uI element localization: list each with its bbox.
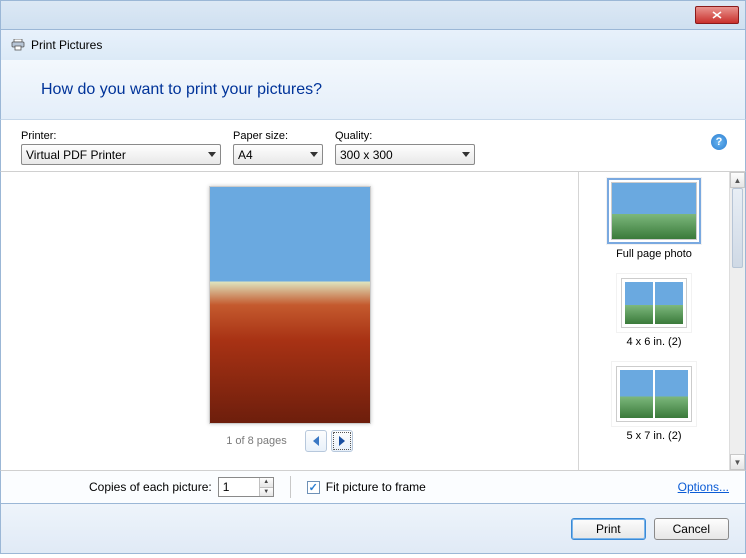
print-button[interactable]: Print xyxy=(571,518,646,540)
paper-size-select[interactable]: A4 xyxy=(233,144,323,165)
layout-5x7[interactable]: 5 x 7 in. (2) xyxy=(612,362,696,442)
config-row: Printer: Virtual PDF Printer Paper size:… xyxy=(0,120,746,172)
scroll-track[interactable] xyxy=(730,188,745,454)
arrow-right-icon xyxy=(339,436,345,446)
paper-label: Paper size: xyxy=(233,130,323,142)
chevron-down-icon xyxy=(208,152,216,157)
window-title: Print Pictures xyxy=(31,38,102,52)
close-button[interactable] xyxy=(695,6,739,24)
quality-label: Quality: xyxy=(335,130,475,142)
next-page-button[interactable] xyxy=(331,430,353,452)
preview-pane: 1 of 8 pages xyxy=(1,172,579,470)
layout-panel: Full page photo 4 x 6 in. (2) 5 x 7 in. … xyxy=(579,172,729,470)
action-row: Print Cancel xyxy=(0,504,746,554)
copies-input[interactable] xyxy=(219,478,259,496)
copies-row: Copies of each picture: ▲ ▼ ✓ Fit pictur… xyxy=(0,470,746,504)
copies-up-button[interactable]: ▲ xyxy=(259,478,273,488)
quality-select[interactable]: 300 x 300 xyxy=(335,144,475,165)
divider xyxy=(290,476,291,498)
layout-label: 4 x 6 in. (2) xyxy=(617,336,691,348)
titlebar xyxy=(0,0,746,30)
copies-down-button[interactable]: ▼ xyxy=(259,488,273,497)
layout-label: Full page photo xyxy=(607,248,701,260)
header-question: How do you want to print your pictures? xyxy=(41,81,322,99)
quality-value: 300 x 300 xyxy=(340,148,393,162)
printer-icon xyxy=(11,39,25,51)
printer-label: Printer: xyxy=(21,130,221,142)
prev-page-button[interactable] xyxy=(305,430,327,452)
page-nav: 1 of 8 pages xyxy=(226,430,353,452)
layout-4x6[interactable]: 4 x 6 in. (2) xyxy=(617,274,691,348)
layout-scrollbar[interactable]: ▲ ▼ xyxy=(729,172,745,470)
help-icon[interactable]: ? xyxy=(711,134,727,150)
page-preview-image xyxy=(209,186,371,424)
fit-label: Fit picture to frame xyxy=(326,480,426,494)
main-area: 1 of 8 pages Full page photo 4 x 6 in. (… xyxy=(0,172,746,470)
chevron-down-icon xyxy=(462,152,470,157)
fit-checkbox[interactable]: ✓ xyxy=(307,481,320,494)
scroll-thumb[interactable] xyxy=(732,188,743,268)
scroll-down-button[interactable]: ▼ xyxy=(730,454,745,470)
arrow-left-icon xyxy=(313,436,319,446)
printer-value: Virtual PDF Printer xyxy=(26,148,126,162)
paper-value: A4 xyxy=(238,148,253,162)
options-link[interactable]: Options... xyxy=(678,480,729,494)
subtitle-bar: Print Pictures xyxy=(0,30,746,60)
page-counter: 1 of 8 pages xyxy=(226,435,287,447)
copies-spinner[interactable]: ▲ ▼ xyxy=(218,477,274,497)
printer-select[interactable]: Virtual PDF Printer xyxy=(21,144,221,165)
chevron-down-icon xyxy=(310,152,318,157)
copies-label: Copies of each picture: xyxy=(17,480,212,494)
layout-label: 5 x 7 in. (2) xyxy=(612,430,696,442)
cancel-button[interactable]: Cancel xyxy=(654,518,729,540)
scroll-up-button[interactable]: ▲ xyxy=(730,172,745,188)
layout-full-page[interactable]: Full page photo xyxy=(607,178,701,260)
header-band: How do you want to print your pictures? xyxy=(0,60,746,120)
close-icon xyxy=(712,11,722,19)
